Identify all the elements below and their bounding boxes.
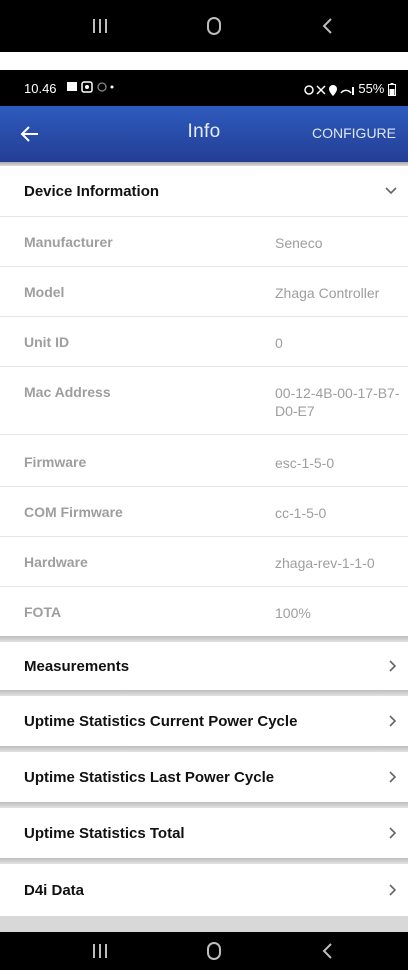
- home-button[interactable]: [184, 0, 244, 52]
- status-right-group: 55%: [303, 81, 396, 97]
- info-row-model: Model Zhaga Controller: [0, 266, 408, 316]
- section-uptime-last-power-cycle[interactable]: Uptime Statistics Last Power Cycle: [0, 752, 408, 802]
- chevron-down-icon: [385, 187, 397, 195]
- chevron-right-icon: [389, 771, 397, 783]
- info-value: Zhaga Controller: [275, 285, 380, 301]
- battery-icon: [388, 83, 396, 97]
- info-label: Hardware: [24, 554, 88, 570]
- battery-percent: 55%: [358, 81, 385, 96]
- info-value: 0: [275, 335, 283, 351]
- info-label: Firmware: [24, 454, 87, 470]
- info-row-mac-address: Mac Address 00-12-4B-00-17-B7-D0-E7: [0, 366, 408, 434]
- info-label: Manufacturer: [24, 234, 113, 250]
- info-label: COM Firmware: [24, 504, 123, 520]
- recents-icon: [93, 19, 107, 33]
- info-value: 00-12-4B-00-17-B7-D0-E7: [275, 385, 400, 419]
- recents-button[interactable]: [70, 932, 130, 970]
- info-row-hardware: Hardware zhaga-rev-1-1-0: [0, 536, 408, 586]
- info-value: Seneco: [275, 235, 323, 251]
- section-title: Uptime Statistics Current Power Cycle: [24, 712, 298, 730]
- status-time: 10.46: [24, 81, 57, 96]
- bottom-system-nav-bar: [0, 932, 408, 970]
- recents-icon: [93, 944, 107, 958]
- home-icon: [207, 942, 221, 960]
- device-information-header[interactable]: Device Information: [0, 166, 408, 216]
- recents-button[interactable]: [70, 0, 130, 52]
- section-uptime-current-power-cycle[interactable]: Uptime Statistics Current Power Cycle: [0, 696, 408, 746]
- info-value: zhaga-rev-1-1-0: [275, 555, 375, 571]
- home-icon: [207, 17, 221, 35]
- chevron-left-icon: [322, 943, 332, 959]
- status-signal-icons: [303, 84, 354, 96]
- top-system-nav-bar: [0, 0, 408, 52]
- notification-icon: [67, 81, 114, 93]
- chevron-right-icon: [389, 884, 397, 896]
- back-button[interactable]: [298, 932, 358, 970]
- info-row-manufacturer: Manufacturer Seneco: [0, 216, 408, 266]
- section-title: Uptime Statistics Last Power Cycle: [24, 768, 275, 786]
- info-value: 100%: [275, 605, 311, 621]
- section-title: Uptime Statistics Total: [24, 824, 185, 842]
- section-measurements[interactable]: Measurements: [0, 642, 408, 690]
- home-button[interactable]: [184, 932, 244, 970]
- top-spacer: [0, 52, 408, 70]
- chevron-right-icon: [389, 827, 397, 839]
- back-button[interactable]: [298, 0, 358, 52]
- app-bar: Info CONFIGURE: [0, 106, 408, 162]
- info-value: cc-1-5-0: [275, 505, 327, 521]
- chevron-right-icon: [389, 715, 397, 727]
- status-notification-icons: [66, 80, 114, 97]
- configure-button[interactable]: CONFIGURE: [312, 125, 396, 141]
- info-row-firmware: Firmware esc-1-5-0: [0, 434, 408, 486]
- info-row-unit-id: Unit ID 0: [0, 316, 408, 366]
- section-title: D4i Data: [24, 881, 85, 899]
- section-d4i-data[interactable]: D4i Data: [0, 864, 408, 916]
- section-title: Device Information: [24, 182, 160, 200]
- section-uptime-total[interactable]: Uptime Statistics Total: [0, 808, 408, 858]
- info-value: esc-1-5-0: [275, 455, 335, 471]
- info-label: Mac Address: [24, 384, 111, 400]
- info-label: FOTA: [24, 604, 62, 620]
- list-bottom-spacer: [0, 916, 408, 932]
- info-label: Model: [24, 284, 65, 300]
- info-row-com-firmware: COM Firmware cc-1-5-0: [0, 486, 408, 536]
- info-label: Unit ID: [24, 334, 70, 350]
- info-row-fota: FOTA 100%: [0, 586, 408, 636]
- chevron-left-icon: [322, 18, 332, 34]
- status-bar: 10.46 55%: [0, 70, 408, 106]
- section-title: Measurements: [24, 657, 130, 675]
- chevron-right-icon: [389, 660, 397, 672]
